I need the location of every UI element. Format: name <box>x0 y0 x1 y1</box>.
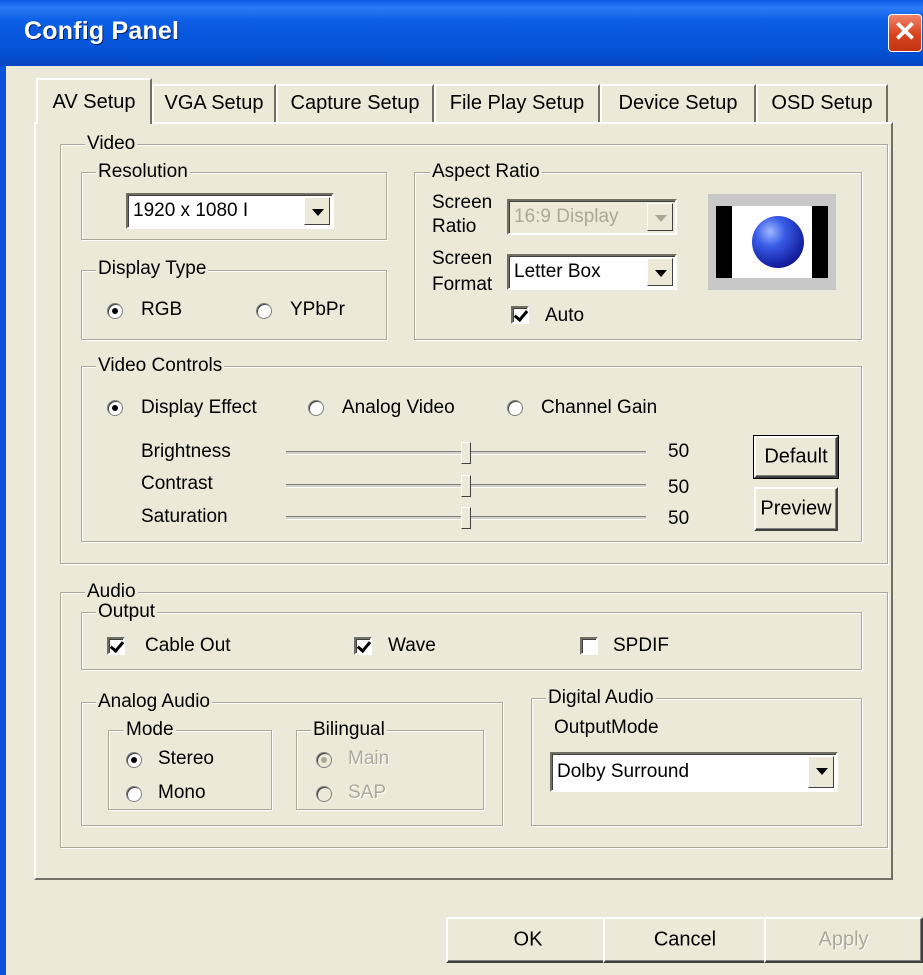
tab-file-play-setup[interactable]: File Play Setup <box>434 84 600 122</box>
contrast-label: Contrast <box>141 473 213 494</box>
bilingual-label: Bilingual <box>311 719 387 740</box>
chevron-down-icon[interactable] <box>647 258 673 286</box>
ypbpr-radio[interactable] <box>256 303 272 319</box>
mono-label[interactable]: Mono <box>158 782 206 804</box>
analog-video-label[interactable]: Analog Video <box>342 397 455 419</box>
saturation-label: Saturation <box>141 506 228 527</box>
spdif-checkbox[interactable] <box>580 637 598 655</box>
wave-checkbox[interactable] <box>354 637 372 655</box>
default-button-label: Default <box>764 445 828 468</box>
tab-av-setup[interactable]: AV Setup <box>36 78 152 124</box>
auto-checkbox[interactable] <box>511 306 529 324</box>
mono-radio[interactable] <box>126 786 142 802</box>
cancel-button[interactable]: Cancel <box>603 917 767 963</box>
wave-label[interactable]: Wave <box>388 635 436 657</box>
screen-ratio-label-2: Ratio <box>432 216 477 237</box>
close-icon[interactable]: ✕ <box>888 14 922 52</box>
display-type-label: Display Type <box>96 258 209 279</box>
saturation-slider-thumb[interactable] <box>461 507 471 529</box>
display-effect-radio[interactable] <box>107 400 123 416</box>
brightness-slider-thumb[interactable] <box>461 442 471 464</box>
tab-capture-setup[interactable]: Capture Setup <box>276 84 434 122</box>
resolution-value: 1920 x 1080 I <box>133 200 249 221</box>
screen-format-dropdown[interactable]: Letter Box <box>507 254 677 290</box>
contrast-value: 50 <box>668 477 690 498</box>
default-button[interactable]: Default <box>753 435 839 479</box>
sap-radio <box>316 786 332 802</box>
preview-button[interactable]: Preview <box>754 487 838 531</box>
preview-screen <box>716 206 828 278</box>
chevron-down-icon <box>647 203 673 231</box>
screen-ratio-label-1: Screen <box>432 192 493 213</box>
chevron-down-icon[interactable] <box>304 197 330 225</box>
screen-ratio-dropdown: 16:9 Display <box>507 199 677 235</box>
analog-video-radio[interactable] <box>308 400 324 416</box>
stereo-radio[interactable] <box>126 752 142 768</box>
video-controls-label: Video Controls <box>96 355 225 376</box>
channel-gain-label[interactable]: Channel Gain <box>541 397 657 419</box>
chevron-down-icon[interactable] <box>808 756 834 788</box>
resolution-label: Resolution <box>96 161 190 182</box>
sap-label: SAP <box>348 782 387 803</box>
spdif-label[interactable]: SPDIF <box>613 635 669 657</box>
ok-button-label: OK <box>513 928 543 951</box>
rgb-label[interactable]: RGB <box>141 299 182 321</box>
main-radio <box>316 752 332 768</box>
output-mode-value: Dolby Surround <box>557 761 690 782</box>
saturation-value: 50 <box>668 508 690 529</box>
channel-gain-radio[interactable] <box>507 400 523 416</box>
ok-button[interactable]: OK <box>446 917 610 963</box>
mode-label: Mode <box>124 719 176 740</box>
screen-format-label-2: Format <box>432 274 493 295</box>
display-effect-label[interactable]: Display Effect <box>141 397 257 419</box>
video-group-label: Video <box>85 133 138 154</box>
main-label: Main <box>348 748 390 769</box>
stereo-label[interactable]: Stereo <box>158 748 214 770</box>
aspect-ratio-label: Aspect Ratio <box>430 161 542 182</box>
audio-group-label: Audio <box>85 581 138 602</box>
sphere-icon <box>752 216 804 268</box>
preview-button-label: Preview <box>760 497 832 520</box>
ypbpr-label[interactable]: YPbPr <box>290 299 345 321</box>
brightness-label: Brightness <box>141 441 231 462</box>
aspect-preview-image <box>708 194 836 290</box>
screen-format-label-1: Screen <box>432 248 493 269</box>
cable-out-checkbox[interactable] <box>107 637 125 655</box>
apply-button: Apply <box>764 917 923 963</box>
resolution-dropdown[interactable]: 1920 x 1080 I <box>126 193 334 229</box>
output-mode-dropdown[interactable]: Dolby Surround <box>550 752 838 792</box>
cable-out-label[interactable]: Cable Out <box>145 635 231 657</box>
auto-label[interactable]: Auto <box>545 305 584 327</box>
contrast-slider-thumb[interactable] <box>461 475 471 497</box>
apply-button-label: Apply <box>818 928 869 951</box>
output-mode-label: OutputMode <box>554 717 659 738</box>
output-label: Output <box>96 601 158 622</box>
preview-letterbox <box>732 206 812 278</box>
tab-vga-setup[interactable]: VGA Setup <box>152 84 276 122</box>
screen-format-value: Letter Box <box>514 261 601 282</box>
tab-osd-setup[interactable]: OSD Setup <box>756 84 888 122</box>
analog-audio-label: Analog Audio <box>96 691 212 712</box>
window-frame-left <box>0 66 6 975</box>
brightness-value: 50 <box>668 441 690 462</box>
cancel-button-label: Cancel <box>653 928 717 951</box>
screen-ratio-value: 16:9 Display <box>514 206 619 227</box>
digital-audio-label: Digital Audio <box>546 687 656 708</box>
tab-device-setup[interactable]: Device Setup <box>600 84 756 122</box>
rgb-radio[interactable] <box>107 303 123 319</box>
window-title: Config Panel <box>24 17 180 45</box>
